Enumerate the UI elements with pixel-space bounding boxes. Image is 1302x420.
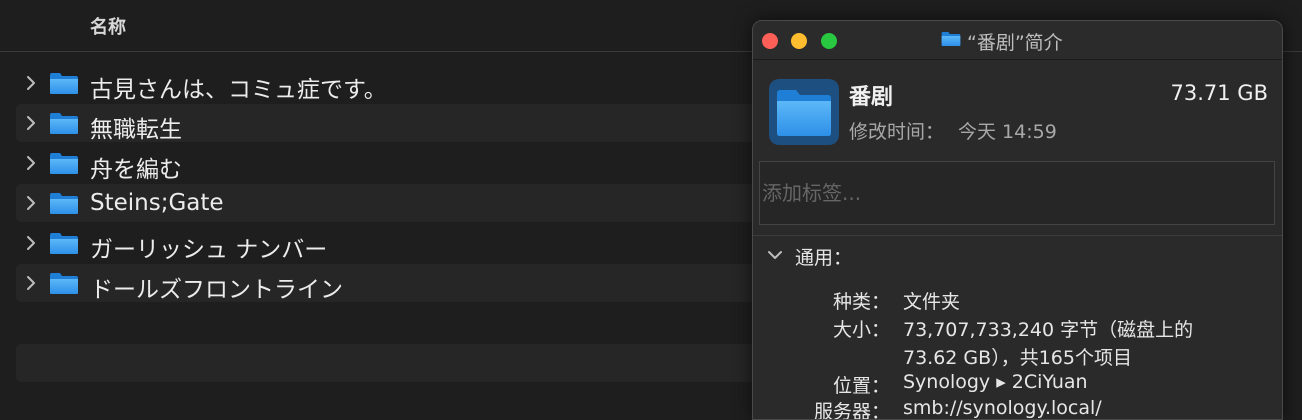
size-key: 大小：: [832, 319, 890, 341]
folder-icon: [50, 73, 78, 94]
folder-name: ドールズフロントライン: [90, 277, 343, 303]
folder-icon: [50, 193, 78, 214]
chevron-down-icon[interactable]: [767, 249, 783, 261]
title-bar[interactable]: “番剧”简介: [753, 21, 1282, 60]
item-name: 番剧: [849, 85, 894, 110]
name-column-header[interactable]: 名称: [90, 13, 126, 39]
folder-name: 古見さんは、コミュ症です。: [90, 77, 387, 103]
server-key: 服务器：: [813, 401, 890, 420]
chevron-right-icon[interactable]: [24, 194, 38, 212]
chevron-right-icon[interactable]: [24, 74, 38, 92]
large-folder-icon: [769, 79, 839, 145]
folder-name: 無職転生: [90, 117, 182, 143]
chevron-right-icon[interactable]: [24, 154, 38, 172]
folder-icon: [50, 113, 78, 134]
get-info-window: “番剧”简介 番剧 73.71 GB 修改时间： 今天 14:59 通用： 种类：…: [752, 20, 1283, 420]
where-value: Synology ▸ 2CiYuan: [903, 371, 1088, 393]
tags-input[interactable]: [759, 161, 1275, 225]
folder-icon: [941, 32, 961, 46]
minimize-button[interactable]: [791, 33, 807, 49]
folder-icon: [50, 273, 78, 294]
server-value: smb://synology.local/: [903, 397, 1102, 419]
folder-name: 舟を編む: [90, 157, 182, 183]
item-size: 73.71 GB: [1170, 81, 1268, 105]
where-key: 位置：: [832, 375, 890, 397]
modified-label: 修改时间：: [849, 121, 945, 143]
window-title-text: “番剧”简介: [967, 32, 1063, 54]
zoom-button[interactable]: [821, 33, 837, 49]
size-value-line2: 73.62 GB），共165个项目: [903, 347, 1132, 369]
size-value-line1: 73,707,733,240 字节（磁盘上的: [903, 319, 1194, 341]
folder-name: ガーリッシュ ナンバー: [90, 237, 328, 263]
general-section-label: 通用：: [795, 247, 853, 269]
folder-name: Steins;Gate: [90, 190, 224, 216]
modified-value: 今天 14:59: [958, 121, 1057, 143]
close-button[interactable]: [762, 33, 778, 49]
modified-info: 修改时间： 今天 14:59: [849, 117, 1057, 144]
chevron-right-icon[interactable]: [24, 114, 38, 132]
folder-icon: [50, 153, 78, 174]
chevron-right-icon[interactable]: [24, 274, 38, 292]
kind-key: 种类：: [832, 291, 890, 313]
divider: [753, 235, 1282, 236]
kind-value: 文件夹: [903, 291, 961, 313]
folder-icon: [50, 233, 78, 254]
chevron-right-icon[interactable]: [24, 234, 38, 252]
